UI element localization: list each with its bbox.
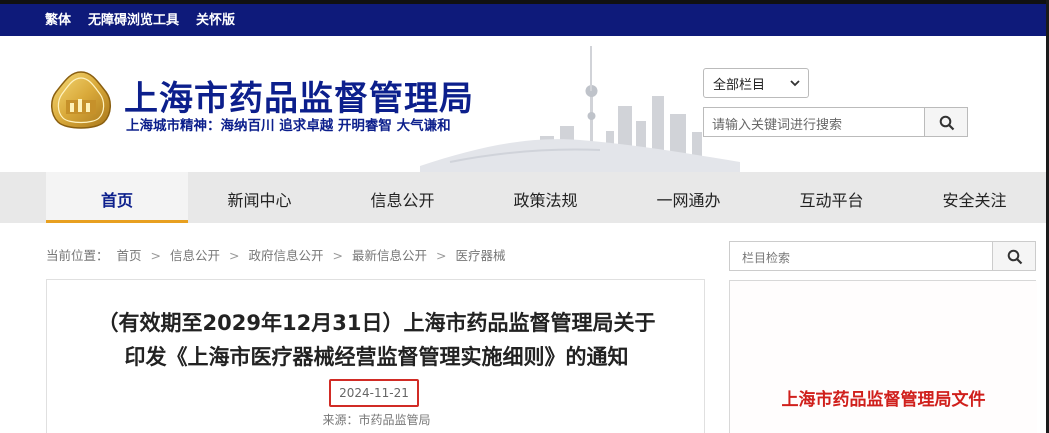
breadcrumb-item-latest-info[interactable]: 最新信息公开 xyxy=(352,248,427,263)
breadcrumb-item-gov-info[interactable]: 政府信息公开 xyxy=(248,248,323,263)
article-title-line-2: 印发《上海市医疗器械经营监督管理实施细则》的通知 xyxy=(124,345,629,369)
breadcrumb-item-home[interactable]: 首页 xyxy=(117,248,142,263)
article-title: （有效期至2029年12月31日）上海市药品监督管理局关于 印发《上海市医疗器械… xyxy=(47,306,706,374)
nav-item-info-disclosure[interactable]: 信息公开 xyxy=(331,172,474,223)
article-source: 来源：市药品监管局 xyxy=(322,413,431,427)
scope-select-value: 全部栏目 xyxy=(713,78,766,93)
breadcrumb: 当前位置： 首页 > 信息公开 > 政府信息公开 > 最新信息公开 > 医疗器械 xyxy=(46,245,509,264)
publish-date: 2024-11-21 xyxy=(329,379,419,407)
top-border xyxy=(0,0,1049,4)
city-skyline-illustration xyxy=(420,46,740,172)
breadcrumb-separator: > xyxy=(332,248,343,263)
search-icon xyxy=(939,115,955,131)
main-nav: 首页 新闻中心 信息公开 政策法规 一网通办 互动平台 安全关注 xyxy=(0,172,1049,223)
document-caption: 上海市药品监督管理局文件 xyxy=(781,390,986,410)
search-input[interactable]: 请输入关键词进行搜索 xyxy=(703,107,925,137)
top-utility-bar: 繁体 无障碍浏览工具 关怀版 xyxy=(0,0,1049,36)
breadcrumb-item-medical-devices[interactable]: 医疗器械 xyxy=(455,248,505,263)
column-search-input[interactable]: 栏目检索 xyxy=(729,241,993,271)
scope-select[interactable]: 全部栏目 xyxy=(703,68,809,98)
search-button[interactable] xyxy=(924,107,968,137)
breadcrumb-label: 当前位置： xyxy=(46,248,109,263)
nav-item-interaction[interactable]: 互动平台 xyxy=(760,172,903,223)
breadcrumb-item-info-disclosure[interactable]: 信息公开 xyxy=(170,248,220,263)
search-icon xyxy=(1007,249,1023,265)
breadcrumb-separator: > xyxy=(435,248,447,263)
article-title-line-1: （有效期至2029年12月31日）上海市药品监督管理局关于 xyxy=(97,311,656,335)
nav-item-policies[interactable]: 政策法规 xyxy=(474,172,617,223)
elder-care-mode-link[interactable]: 关怀版 xyxy=(196,9,235,28)
column-search-button[interactable] xyxy=(992,241,1036,271)
nav-item-one-stop-service[interactable]: 一网通办 xyxy=(617,172,760,223)
utility-links: 繁体 无障碍浏览工具 关怀版 xyxy=(45,9,235,28)
nav-item-safety[interactable]: 安全关注 xyxy=(903,172,1046,223)
document-page xyxy=(730,281,1037,433)
breadcrumb-separator: > xyxy=(229,248,240,263)
city-slogan: 上海城市精神：海纳百川 追求卓越 开明睿智 大气谦和 xyxy=(126,118,451,134)
nav-item-home[interactable]: 首页 xyxy=(46,172,188,223)
traditional-chinese-link[interactable]: 繁体 xyxy=(45,9,71,28)
logo-emblem-icon[interactable] xyxy=(48,70,114,132)
site-header: 上海市药品监督管理局 上海城市精神：海纳百川 追求卓越 开明睿智 大气谦和 全部… xyxy=(0,36,1049,172)
chevron-down-icon xyxy=(790,80,800,87)
document-preview[interactable]: 上海市药品监督管理局文件 xyxy=(729,280,1037,433)
article-card: （有效期至2029年12月31日）上海市药品监督管理局关于 印发《上海市医疗器械… xyxy=(46,279,705,433)
accessibility-tools-link[interactable]: 无障碍浏览工具 xyxy=(88,9,179,28)
nav-item-news-center[interactable]: 新闻中心 xyxy=(188,172,331,223)
breadcrumb-separator: > xyxy=(150,248,161,263)
